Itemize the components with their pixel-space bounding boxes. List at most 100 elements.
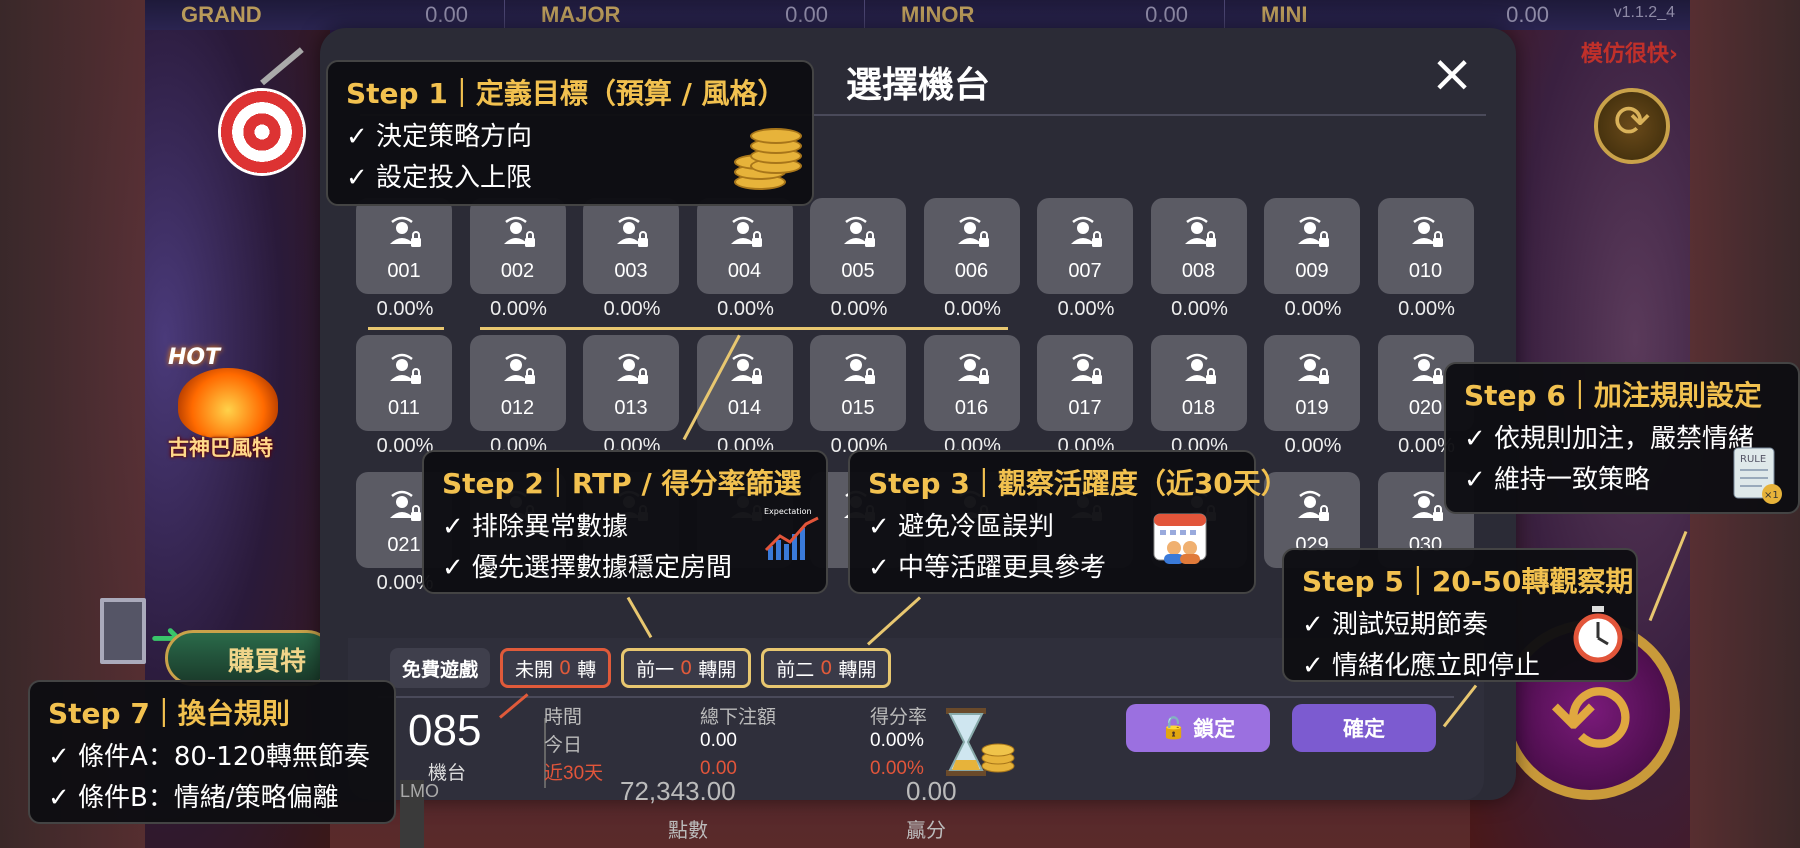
machine-card[interactable]: 012 0.00% xyxy=(469,335,568,458)
close-icon[interactable]: × xyxy=(1430,48,1474,100)
machine-card[interactable]: 018 0.00% xyxy=(1150,335,1249,458)
user-lock-icon xyxy=(617,353,648,384)
machine-tile[interactable]: 015 xyxy=(810,335,906,431)
machine-tile[interactable]: 005 xyxy=(810,198,906,294)
machine-tile[interactable]: 002 xyxy=(469,198,566,294)
machine-tile[interactable]: 011 xyxy=(356,335,452,431)
header-total-bet: 總下注額 xyxy=(700,707,777,728)
user-lock-icon xyxy=(390,490,421,521)
machine-card[interactable]: 013 0.00% xyxy=(583,335,681,458)
callout-title: Step 7｜換台規則 xyxy=(48,697,290,730)
callout-title: Step 3｜觀察活躍度（近30天） xyxy=(868,467,1289,500)
machine-tile[interactable]: 018 xyxy=(1150,335,1247,431)
machine-card[interactable]: 005 0.00% xyxy=(810,198,908,321)
confirm-button-label: 確定 xyxy=(1343,717,1385,741)
machine-number: 014 xyxy=(727,397,762,419)
machine-tile[interactable]: 017 xyxy=(1037,335,1133,431)
machine-tile[interactable]: 019 xyxy=(1264,335,1360,431)
machine-card[interactable]: 008 0.00% xyxy=(1150,198,1249,321)
user-lock-icon xyxy=(844,216,875,247)
machine-tile[interactable]: 012 xyxy=(469,335,566,431)
user-lock-icon xyxy=(1298,490,1329,521)
machine-card[interactable]: 007 0.00% xyxy=(1037,198,1135,321)
machine-tile[interactable]: 001 xyxy=(356,198,452,294)
lock-button[interactable]: 🔓 鎖定 xyxy=(1126,704,1270,752)
hot-label: HOT xyxy=(168,345,221,370)
user-lock-icon xyxy=(1411,353,1443,384)
machine-rate: 0.00% xyxy=(376,298,434,320)
machine-number: 004 xyxy=(727,260,762,282)
tab-prev1-spins[interactable]: 前一 0 轉開 xyxy=(621,648,752,688)
mimic-link[interactable]: 模仿很快› xyxy=(1581,36,1678,68)
machine-card[interactable]: 017 0.00% xyxy=(1037,335,1135,458)
buy-feature-button[interactable]: 購買特 xyxy=(165,630,335,686)
confirm-button[interactable]: 確定 xyxy=(1292,704,1436,752)
jackpot-name: MAJOR xyxy=(541,2,621,27)
machine-tile[interactable]: 016 xyxy=(923,335,1020,431)
callout-step6: Step 6｜加注規則設定 ✓ 依規則加注，嚴禁情緒 ✓ 維持一致策略 RULE… xyxy=(1444,362,1800,514)
rotate-icon[interactable] xyxy=(1594,88,1670,164)
win-label: 贏分 xyxy=(906,818,946,842)
tab-free-game[interactable]: 免費遊戲 xyxy=(390,648,491,688)
machine-number: 009 xyxy=(1295,260,1329,282)
lock-icon: 🔓 xyxy=(1160,715,1188,740)
side-tab: LMO xyxy=(400,780,439,848)
machine-card[interactable]: 010 0.00% xyxy=(1377,198,1476,321)
machine-tile[interactable]: 007 xyxy=(1037,198,1133,294)
spin-tabs: 免費遊戲 未開 0 轉 前一 0 轉開 前二 0 轉開 xyxy=(390,648,892,688)
jackpot-value: 0.00 xyxy=(1506,2,1549,27)
user-lock-icon xyxy=(1298,353,1329,384)
machine-card[interactable]: 009 0.00% xyxy=(1264,198,1362,321)
callout-item: ✓ 設定投入上限 xyxy=(346,163,533,193)
user-lock-icon xyxy=(503,216,535,247)
hot-game-icon[interactable] xyxy=(178,368,278,438)
points-label: 點數 xyxy=(668,818,708,842)
machine-rate: 0.00% xyxy=(603,298,661,320)
user-lock-icon xyxy=(730,216,762,247)
machine-rate: 0.00% xyxy=(1171,298,1228,320)
machine-number: 017 xyxy=(1068,397,1102,419)
machine-number: 018 xyxy=(1181,397,1216,419)
machine-rate: 0.00% xyxy=(1057,298,1115,320)
machine-number: 002 xyxy=(500,260,535,282)
machine-card[interactable]: 014 0.00% xyxy=(696,335,795,458)
machine-tile[interactable]: 006 xyxy=(923,198,1020,294)
user-lock-icon xyxy=(1184,353,1216,384)
rule-badge: ×1 xyxy=(1764,490,1779,501)
callout-title: Step 5｜20-50轉觀察期 xyxy=(1302,565,1634,598)
machine-tile[interactable]: 008 xyxy=(1150,198,1247,294)
machine-number: 001 xyxy=(387,260,421,282)
machine-card[interactable]: 004 0.00% xyxy=(696,198,795,321)
version-label: v1.1.2_4 xyxy=(1613,4,1675,21)
machine-card[interactable]: 011 0.00% xyxy=(356,335,454,458)
tab-unopened-spins[interactable]: 未開 0 轉 xyxy=(500,648,612,688)
machine-card[interactable]: 006 0.00% xyxy=(923,198,1022,321)
callout-title: Step 1｜定義目標（預算 / 風格） xyxy=(346,77,786,110)
machine-card[interactable]: 002 0.00% xyxy=(469,198,568,321)
machine-tile[interactable]: 010 xyxy=(1377,198,1474,294)
exit-door-icon[interactable] xyxy=(100,598,146,664)
lock-button-label: 鎖定 xyxy=(1193,717,1236,741)
tab-prev2-spins[interactable]: 前二 0 轉開 xyxy=(761,648,892,688)
machine-number: 005 xyxy=(841,260,875,282)
callout-item: ✓ 優先選擇數據穩定房間 xyxy=(442,553,733,583)
user-lock-icon xyxy=(844,353,875,384)
machine-tile[interactable]: 003 xyxy=(583,198,679,294)
machine-card[interactable]: 016 0.00% xyxy=(923,335,1022,458)
user-lock-icon xyxy=(1184,216,1216,247)
machine-card[interactable]: 001 0.00% xyxy=(356,198,454,321)
machine-card[interactable]: 003 0.00% xyxy=(583,198,681,321)
jackpot-major: MAJOR 0.00 xyxy=(505,0,865,30)
user-lock-icon xyxy=(1411,216,1443,247)
header-time: 時間 xyxy=(544,707,583,728)
machine-tile[interactable]: 013 xyxy=(583,335,679,431)
machine-tile[interactable]: 004 xyxy=(696,198,793,294)
calendar-people-icon xyxy=(1153,513,1207,564)
callout-step1: Step 1｜定義目標（預算 / 風格） ✓ 決定策略方向 ✓ 設定投入上限 xyxy=(326,60,814,206)
user-lock-icon xyxy=(730,353,762,384)
machine-card[interactable]: 019 0.00% xyxy=(1264,335,1362,458)
chart-trend-icon: Expectation xyxy=(764,507,819,560)
machine-card[interactable]: 015 0.00% xyxy=(810,335,908,458)
machine-tile[interactable]: 009 xyxy=(1264,198,1360,294)
machine-number: 006 xyxy=(954,260,989,282)
